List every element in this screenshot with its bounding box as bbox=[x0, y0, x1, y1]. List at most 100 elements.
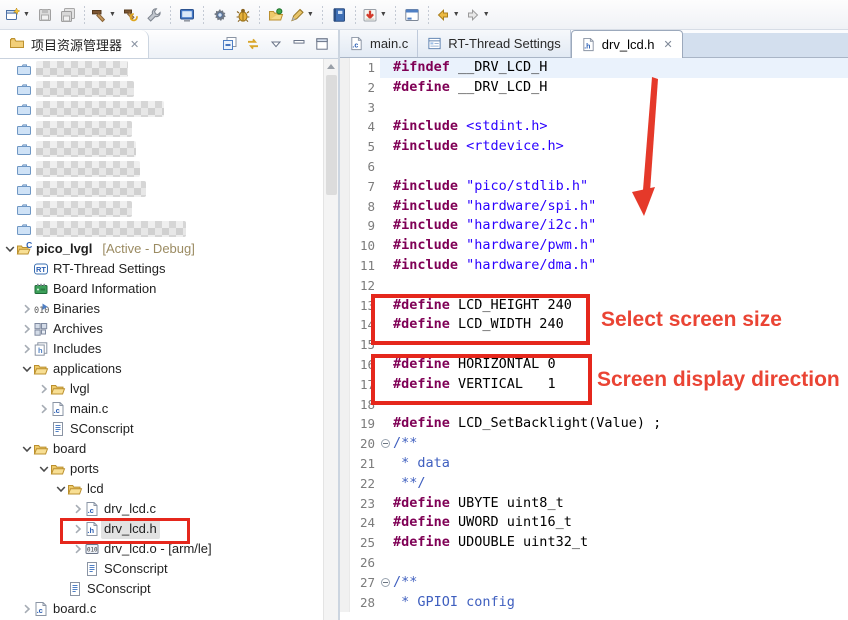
scroll-up-icon[interactable] bbox=[324, 59, 338, 74]
code-text[interactable]: /** bbox=[393, 434, 848, 454]
code-line-24[interactable]: 24#define UWORD uint16_t bbox=[340, 513, 848, 533]
save-button[interactable] bbox=[34, 3, 56, 27]
code-text[interactable]: #include "hardware/dma.h" bbox=[393, 256, 848, 276]
open-project-folder-button[interactable] bbox=[265, 3, 287, 27]
fold-minus-icon[interactable] bbox=[380, 573, 393, 593]
code-line-16[interactable]: 16#define HORIZONTAL 0 bbox=[340, 355, 848, 375]
code-text[interactable]: /** bbox=[393, 573, 848, 593]
code-line-17[interactable]: 17#define VERTICAL 1 bbox=[340, 375, 848, 395]
code-line-13[interactable]: 13#define LCD_HEIGHT 240 bbox=[340, 296, 848, 316]
code-text[interactable] bbox=[393, 276, 848, 296]
code-text[interactable]: #define __DRV_LCD_H bbox=[393, 78, 848, 98]
tab-project-explorer[interactable]: 项目资源管理器 ✕ bbox=[0, 30, 149, 58]
code-line-8[interactable]: 8#include "hardware/spi.h" bbox=[340, 197, 848, 217]
scrollbar-thumb[interactable] bbox=[326, 75, 337, 195]
code-line-5[interactable]: 5#include <rtdevice.h> bbox=[340, 137, 848, 157]
editor-tab-drv-lcd-h[interactable]: .hdrv_lcd.h✕ bbox=[571, 30, 683, 58]
code-line-15[interactable]: 15 bbox=[340, 335, 848, 355]
tree-item-rt-thread-settings[interactable]: RTRT-Thread Settings bbox=[0, 259, 323, 279]
code-line-2[interactable]: 2#define __DRV_LCD_H bbox=[340, 78, 848, 98]
code-line-12[interactable]: 12 bbox=[340, 276, 848, 296]
code-line-19[interactable]: 19#define LCD_SetBacklight(Value) ; bbox=[340, 414, 848, 434]
code-text[interactable]: #include <stdint.h> bbox=[393, 117, 848, 137]
tree-item-binaries[interactable]: 010Binaries bbox=[0, 299, 323, 319]
code-text[interactable]: #define LCD_HEIGHT 240 bbox=[393, 296, 848, 316]
code-line-18[interactable]: 18 bbox=[340, 395, 848, 415]
tree-item-drv-lcd-h[interactable]: .hdrv_lcd.h bbox=[0, 519, 323, 539]
tree-item-board[interactable]: board bbox=[0, 439, 323, 459]
tree-item-lvgl[interactable]: lvgl bbox=[0, 379, 323, 399]
dropdown-arrow-icon[interactable]: ▼ bbox=[21, 3, 32, 27]
tree-item-redacted[interactable] bbox=[0, 199, 323, 219]
dropdown-arrow-icon[interactable]: ▼ bbox=[107, 3, 118, 27]
debug-bug-button[interactable] bbox=[232, 3, 254, 27]
tree-item-redacted[interactable] bbox=[0, 99, 323, 119]
code-text[interactable]: **/ bbox=[393, 474, 848, 494]
code-line-7[interactable]: 7#include "pico/stdlib.h" bbox=[340, 177, 848, 197]
flash-pen-button[interactable]: ▼ bbox=[288, 3, 317, 27]
tree-item-sconscript[interactable]: SConscript bbox=[0, 579, 323, 599]
build-settings-wrench-button[interactable] bbox=[143, 3, 165, 27]
code-text[interactable]: #define UBYTE uint8_t bbox=[393, 494, 848, 514]
tree-item-redacted[interactable] bbox=[0, 119, 323, 139]
forward-arrow-button[interactable]: ▼ bbox=[464, 3, 493, 27]
dropdown-arrow-icon[interactable]: ▼ bbox=[481, 3, 492, 27]
tree-item-redacted[interactable] bbox=[0, 79, 323, 99]
tree-item-sconscript[interactable]: SConscript bbox=[0, 559, 323, 579]
tree-item-redacted[interactable] bbox=[0, 59, 323, 79]
fold-minus-icon[interactable] bbox=[380, 434, 393, 454]
close-icon[interactable]: ✕ bbox=[661, 38, 673, 51]
code-line-26[interactable]: 26 bbox=[340, 553, 848, 573]
code-text[interactable]: #define LCD_WIDTH 240 bbox=[393, 315, 848, 335]
tree-item-lcd[interactable]: lcd bbox=[0, 479, 323, 499]
code-line-14[interactable]: 14#define LCD_WIDTH 240 bbox=[340, 315, 848, 335]
code-text[interactable]: #ifndef __DRV_LCD_H bbox=[393, 58, 848, 78]
code-text[interactable]: #include "hardware/spi.h" bbox=[393, 197, 848, 217]
code-text[interactable]: #define UWORD uint16_t bbox=[393, 513, 848, 533]
code-line-11[interactable]: 11#include "hardware/dma.h" bbox=[340, 256, 848, 276]
tree-item-redacted[interactable] bbox=[0, 139, 323, 159]
code-line-21[interactable]: 21 * data bbox=[340, 454, 848, 474]
back-arrow-button[interactable]: ▼ bbox=[434, 3, 463, 27]
save-all-button[interactable] bbox=[57, 3, 79, 27]
code-text[interactable]: #define VERTICAL 1 bbox=[393, 375, 848, 395]
close-icon[interactable]: ✕ bbox=[128, 38, 139, 51]
tree-item-board-information[interactable]: Board Information bbox=[0, 279, 323, 299]
terminal-button[interactable] bbox=[176, 3, 198, 27]
code-line-4[interactable]: 4#include <stdint.h> bbox=[340, 117, 848, 137]
code-line-9[interactable]: 9#include "hardware/i2c.h" bbox=[340, 216, 848, 236]
editor-tab-main-c[interactable]: .cmain.c bbox=[340, 30, 418, 57]
editor-tab-rt-thread-settings[interactable]: RT-Thread Settings bbox=[418, 30, 570, 57]
maximize-button[interactable] bbox=[314, 36, 330, 52]
dropdown-arrow-icon[interactable]: ▼ bbox=[305, 3, 316, 27]
code-text[interactable]: #define HORIZONTAL 0 bbox=[393, 355, 848, 375]
dropdown-arrow-icon[interactable]: ▼ bbox=[451, 3, 462, 27]
code-text[interactable]: #include "pico/stdlib.h" bbox=[393, 177, 848, 197]
tree-item-redacted[interactable] bbox=[0, 219, 323, 239]
code-editor[interactable]: 1#ifndef __DRV_LCD_H2#define __DRV_LCD_H… bbox=[340, 58, 848, 620]
code-text[interactable] bbox=[393, 395, 848, 415]
code-text[interactable]: #include <rtdevice.h> bbox=[393, 137, 848, 157]
collapse-all-button[interactable] bbox=[222, 36, 238, 52]
tree-item-redacted[interactable] bbox=[0, 179, 323, 199]
code-line-27[interactable]: 27/** bbox=[340, 573, 848, 593]
build-button[interactable]: ▼ bbox=[90, 3, 119, 27]
dropdown-arrow-icon[interactable]: ▼ bbox=[378, 3, 389, 27]
build-all-button[interactable] bbox=[120, 3, 142, 27]
link-with-editor-button[interactable] bbox=[245, 36, 261, 52]
code-line-25[interactable]: 25#define UDOUBLE uint32_t bbox=[340, 533, 848, 553]
code-text[interactable]: #include "hardware/i2c.h" bbox=[393, 216, 848, 236]
code-text[interactable] bbox=[393, 157, 848, 177]
tree-item-archives[interactable]: Archives bbox=[0, 319, 323, 339]
console-view-button[interactable] bbox=[401, 3, 423, 27]
tree-item-drv-lcd-o-arm-le[interactable]: 010drv_lcd.o - [arm/le] bbox=[0, 539, 323, 559]
code-text[interactable]: #define UDOUBLE uint32_t bbox=[393, 533, 848, 553]
code-line-10[interactable]: 10#include "hardware/pwm.h" bbox=[340, 236, 848, 256]
minimize-button[interactable] bbox=[291, 36, 307, 52]
view-menu-button[interactable] bbox=[268, 36, 284, 52]
import-package-button[interactable]: ▼ bbox=[361, 3, 390, 27]
code-line-28[interactable]: 28 * GPIOI config bbox=[340, 593, 848, 613]
tree-item-sconscript[interactable]: SConscript bbox=[0, 419, 323, 439]
debug-config-gear-button[interactable] bbox=[209, 3, 231, 27]
code-line-20[interactable]: 20/** bbox=[340, 434, 848, 454]
